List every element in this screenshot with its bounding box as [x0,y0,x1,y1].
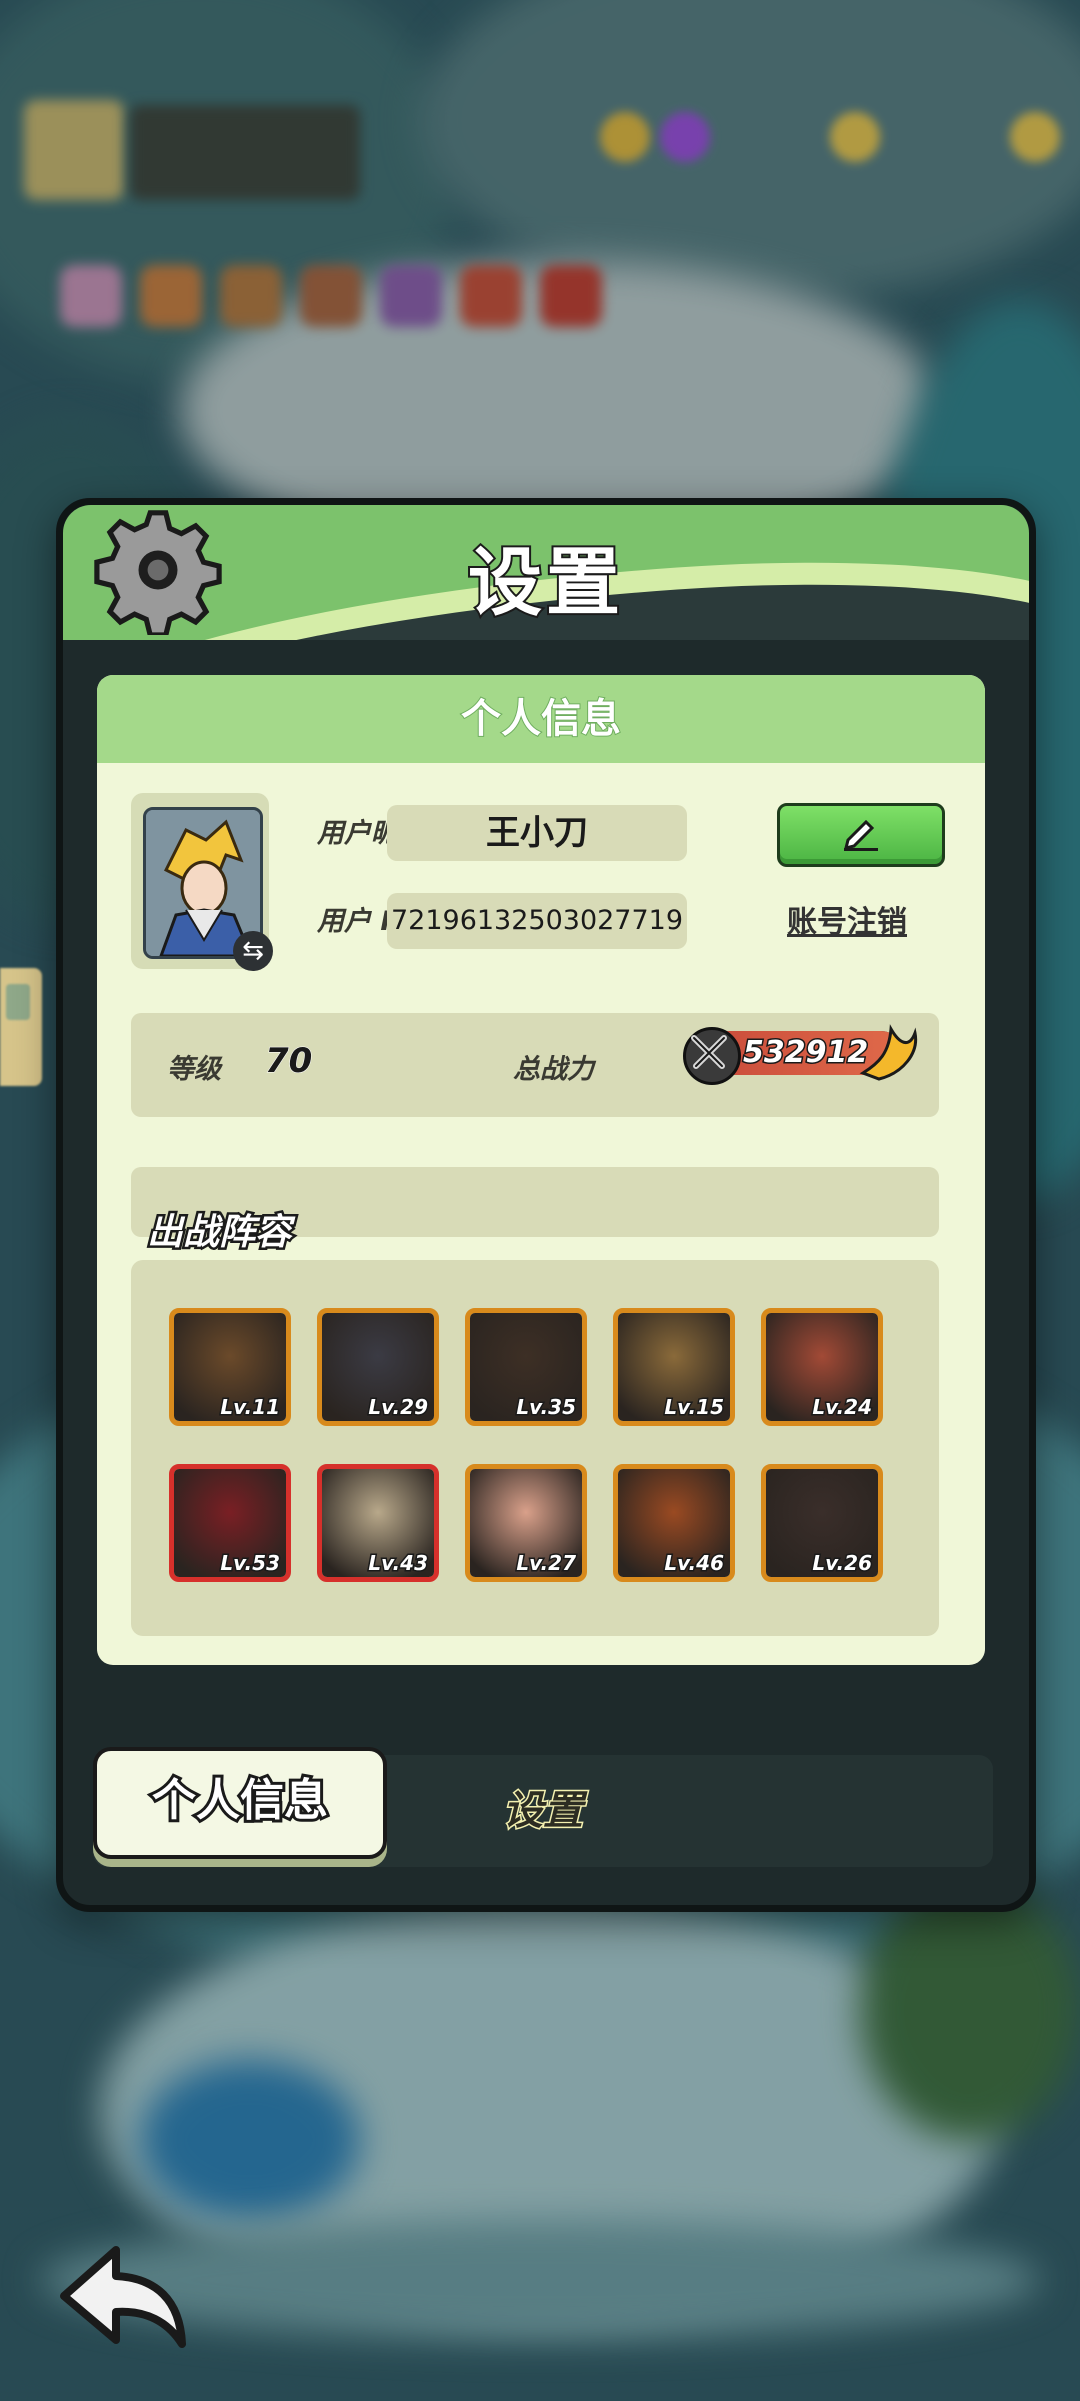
pencil-icon [843,819,878,851]
crossed-swords-icon [683,1027,741,1085]
swap-icon[interactable]: ⇆ [233,931,273,971]
hero-card[interactable]: Lv.26 [761,1464,883,1582]
hero-level: Lv.24 [811,1394,874,1421]
tab-personal-info[interactable]: 个人信息 [93,1747,387,1859]
tab-settings[interactable]: 设置 [443,1755,643,1867]
hero-level: Lv.35 [515,1394,578,1421]
hero-card[interactable]: Lv.53 [169,1464,291,1582]
hero-card[interactable]: Lv.46 [613,1464,735,1582]
hero-lineup-grid: Lv.11 Lv.29 Lv.35 Lv.15 Lv.24 Lv.53 Lv.43 Lv.27… [131,1260,939,1636]
lineup-title: 出战阵容 [144,1210,293,1256]
hero-level: Lv.27 [515,1550,578,1577]
power-label: 总战力 [513,1054,594,1085]
side-tab[interactable] [0,968,42,1086]
section-header: 个人信息 [97,675,985,763]
hero-level: Lv.46 [663,1550,726,1577]
user-id-field: 7219613250302​7719 [387,893,687,949]
hero-level: Lv.53 [219,1550,282,1577]
hero-level: Lv.15 [663,1394,726,1421]
hero-card[interactable]: Lv.24 [761,1308,883,1426]
delete-account-link[interactable]: 账号注销 [787,897,907,941]
hero-card[interactable]: Lv.15 [613,1308,735,1426]
hero-card[interactable]: Lv.27 [465,1464,587,1582]
hero-level: Lv.26 [811,1550,874,1577]
nickname-field: 王小刀 [387,805,687,861]
bottom-tab-bar: 设置 个人信息 [93,1747,993,1867]
hero-level: Lv.43 [367,1550,430,1577]
hero-level: Lv.11 [219,1394,282,1421]
hero-card[interactable]: Lv.35 [465,1308,587,1426]
hero-card[interactable]: Lv.11 [169,1308,291,1426]
hero-card[interactable]: Lv.43 [317,1464,439,1582]
hero-card[interactable]: Lv.29 [317,1308,439,1426]
power-value: 532912 [741,1034,869,1072]
level-label: 等级 [167,1054,221,1085]
level-value: 70 [264,1041,313,1082]
edit-nickname-button[interactable] [777,803,945,867]
settings-dialog: 设置 个人信息 ⇆ 用户昵称 王小刀 用户 ID 72 [56,498,1036,1912]
back-arrow-icon[interactable] [56,2240,196,2350]
hero-level: Lv.29 [367,1394,430,1421]
avatar-frame[interactable]: ⇆ [131,793,273,971]
power-badge: 532912 [683,1024,918,1085]
profile-card: 个人信息 ⇆ 用户昵称 王小刀 用户 ID 7219613250302 [97,675,985,1665]
dialog-title: 设置 [466,538,624,628]
